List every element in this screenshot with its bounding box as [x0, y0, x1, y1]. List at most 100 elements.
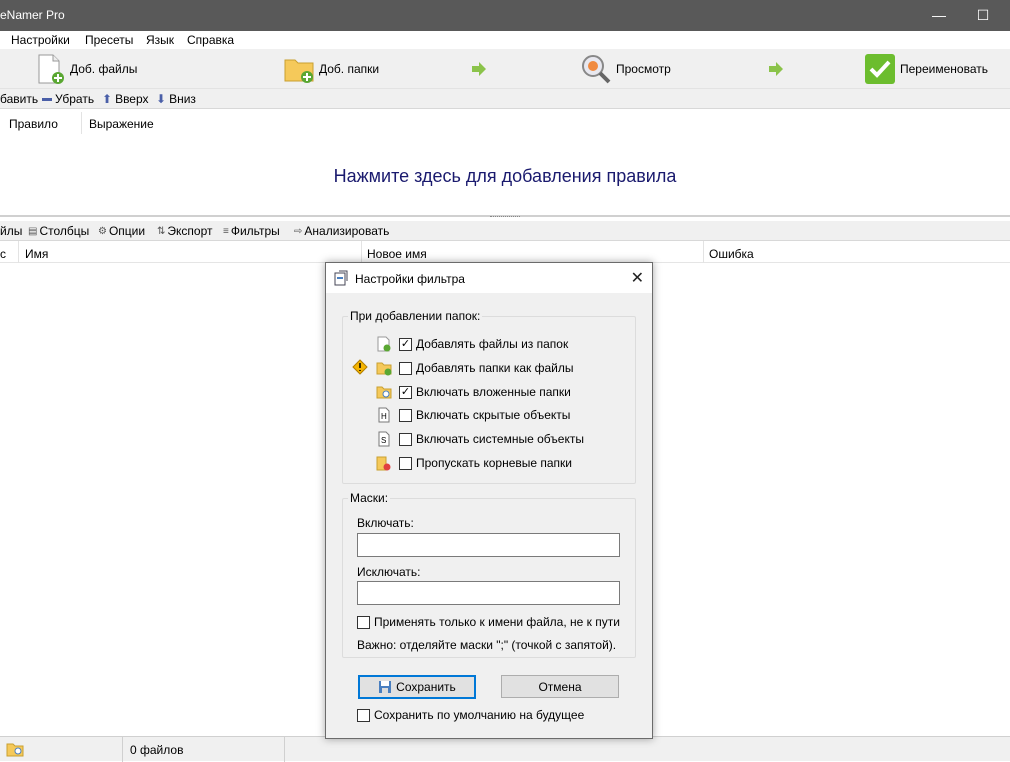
menu-language[interactable]: Язык	[146, 33, 174, 47]
option-include-subfolders[interactable]: ✓ Включать вложенные папки	[376, 383, 571, 401]
arrow-down-icon: ⬇	[156, 92, 167, 106]
options-button[interactable]: ⚙ Опции	[98, 224, 145, 238]
status-cell-icon	[0, 737, 123, 762]
rename-button[interactable]: Переименовать	[864, 49, 988, 89]
arrow-icon	[471, 49, 487, 89]
add-file-icon	[38, 54, 64, 84]
svg-text:S: S	[381, 436, 386, 445]
export-icon: ⇅	[157, 225, 166, 237]
title-bar: eNamer Pro — ☐	[0, 0, 1010, 31]
arrow-icon-2	[768, 49, 784, 89]
folder-add-icon	[376, 362, 392, 376]
checkbox[interactable]	[399, 408, 412, 422]
save-default-option[interactable]: Сохранить по умолчанию на будущее	[357, 706, 584, 724]
menu-help[interactable]: Справка	[187, 33, 234, 47]
checkbox[interactable]	[399, 432, 412, 446]
files-label: йлы	[0, 224, 23, 238]
checkbox[interactable]	[399, 456, 412, 470]
expression-column-header[interactable]: Выражение	[89, 117, 154, 131]
move-up-button[interactable]: ⬆ Вверх	[102, 92, 149, 106]
move-down-label: Вниз	[169, 92, 196, 106]
add-files-button[interactable]: Доб. файлы	[36, 49, 137, 89]
splitter-grip[interactable]	[490, 216, 520, 219]
option-add-folders-as-files[interactable]: Добавлять папки как файлы	[376, 359, 574, 377]
hidden-file-icon: H	[378, 407, 390, 423]
window-title: eNamer Pro	[0, 8, 65, 22]
add-rule-button[interactable]: бавить	[0, 92, 38, 106]
rules-header: Правило Выражение	[0, 112, 1010, 134]
menu-bar: Настройки Пресеты Язык Справка	[0, 31, 1010, 49]
files-toolbar: йлы ▤ Столбцы ⚙ Опции ⇅ Экспорт ≡ Фильтры ⇨ А…	[0, 221, 1010, 241]
move-down-button[interactable]: ⬇ Вниз	[156, 92, 196, 106]
include-input[interactable]	[357, 533, 620, 557]
status-column-header[interactable]: с	[0, 247, 6, 261]
option-include-hidden[interactable]: H Включать скрытые объекты	[376, 406, 570, 424]
add-folders-label: Доб. папки	[319, 62, 380, 76]
columns-icon: ▤	[28, 225, 38, 237]
remove-rule-button[interactable]: Убрать	[42, 92, 94, 106]
rule-column-header[interactable]: Правило	[9, 117, 58, 131]
files-header: с Имя Новое имя Ошибка	[0, 241, 1010, 263]
analyze-label: Анализировать	[304, 224, 390, 238]
maximize-button[interactable]: ☐	[960, 0, 1006, 31]
magnifier-icon	[582, 55, 611, 84]
exclude-input[interactable]	[357, 581, 620, 605]
export-button[interactable]: ⇅ Экспорт	[157, 224, 212, 238]
save-label: Сохранить	[396, 680, 456, 694]
file-add-icon	[377, 336, 391, 352]
analyze-icon: ⇨	[294, 225, 303, 237]
analyze-button[interactable]: ⇨ Анализировать	[294, 224, 389, 238]
include-label: Включать:	[357, 516, 414, 530]
filters-button[interactable]: ≡ Фильтры	[223, 224, 280, 238]
files-menu-button[interactable]: йлы	[0, 224, 22, 238]
checkbox[interactable]	[399, 361, 412, 375]
option-label: Включать вложенные папки	[416, 385, 571, 399]
add-folder-icon	[284, 59, 314, 83]
save-button[interactable]: Сохранить	[358, 675, 476, 699]
minus-icon	[42, 97, 52, 101]
preview-label: Просмотр	[616, 62, 671, 76]
columns-button[interactable]: ▤ Столбцы	[28, 224, 89, 238]
exclude-label: Исключать:	[357, 565, 421, 579]
floppy-disk-icon	[379, 681, 392, 693]
warning-icon	[352, 359, 368, 375]
column-separator	[81, 112, 82, 134]
column-separator	[361, 241, 362, 263]
checkbox[interactable]: ✓	[399, 337, 412, 351]
add-files-label: Доб. файлы	[70, 62, 138, 76]
name-column-header[interactable]: Имя	[25, 247, 48, 261]
folder-skip-icon	[376, 456, 391, 471]
preview-button[interactable]: Просмотр	[580, 49, 671, 89]
checkbox[interactable]: ✓	[399, 385, 412, 399]
option-add-files-from-folders[interactable]: ✓ Добавлять файлы из папок	[376, 335, 568, 353]
close-button[interactable]: ✕	[631, 268, 644, 288]
minimize-button[interactable]: —	[916, 0, 962, 31]
new-name-column-header[interactable]: Новое имя	[367, 247, 427, 261]
folder-search-icon	[6, 743, 24, 757]
cancel-label: Отмена	[538, 679, 582, 694]
option-skip-root-folders[interactable]: Пропускать корневые папки	[376, 454, 572, 472]
filename-only-label: Применять только к имени файла, не к пут…	[374, 615, 620, 629]
checkbox[interactable]	[357, 615, 370, 629]
status-bar: 0 файлов	[0, 736, 1010, 762]
folder-search-icon	[376, 386, 392, 399]
menu-presets[interactable]: Пресеты	[85, 33, 133, 47]
svg-text:H: H	[381, 412, 387, 421]
move-up-label: Вверх	[115, 92, 149, 106]
add-folders-button[interactable]: Доб. папки	[283, 49, 379, 89]
cancel-button[interactable]: Отмена	[501, 675, 619, 698]
masks-group-label: Маски:	[348, 491, 391, 505]
columns-label: Столбцы	[39, 224, 90, 238]
option-include-system[interactable]: S Включать системные объекты	[376, 430, 584, 448]
checkbox[interactable]	[357, 708, 370, 722]
menu-settings[interactable]: Настройки	[11, 33, 70, 47]
rename-label: Переименовать	[900, 62, 988, 76]
option-label: Пропускать корневые папки	[416, 456, 573, 470]
filename-only-option[interactable]: Применять только к имени файла, не к пут…	[357, 613, 620, 631]
add-rule-hint[interactable]: Нажмите здесь для добавления правила	[0, 166, 1010, 187]
dialog-title: Настройки фильтра	[355, 272, 465, 286]
file-count: 0 файлов	[130, 743, 184, 757]
rules-toolbar: бавить Убрать ⬆ Вверх ⬇ Вниз	[0, 89, 1010, 109]
main-toolbar: Доб. файлы Доб. папки Просмотр Переимено…	[0, 49, 1010, 89]
error-column-header[interactable]: Ошибка	[709, 247, 754, 261]
